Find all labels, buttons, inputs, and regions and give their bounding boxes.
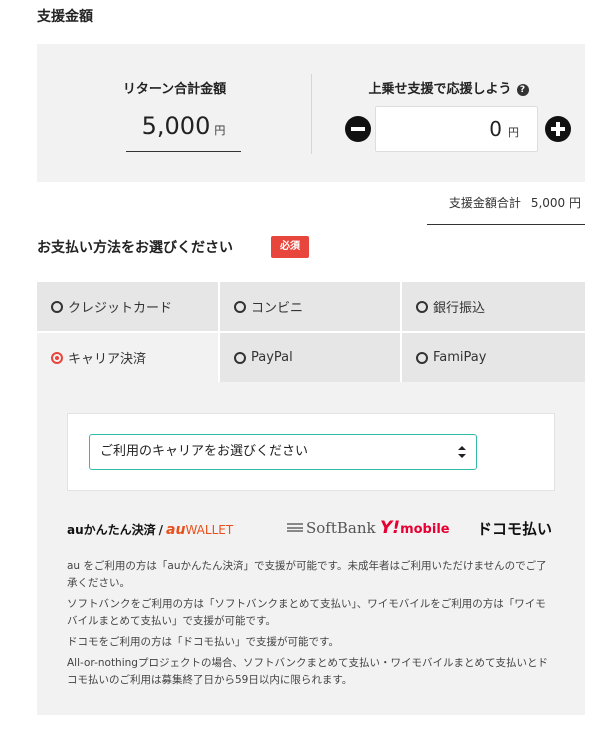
help-icon[interactable]: ? xyxy=(516,84,529,96)
carrier-select-value: ご利用のキャリアをお選びください xyxy=(100,444,309,459)
tab-label: FamiPay xyxy=(433,350,487,365)
radio-selected-icon xyxy=(51,351,63,364)
carrier-payment-panel: ご利用のキャリアをお選びください auかんたん決済 / auWALLET SoftB… xyxy=(37,382,585,715)
extra-support-column: 上乗せ支援で応援しよう? 0円 xyxy=(312,44,585,182)
docomo-logo: ドコモ払い xyxy=(477,518,553,538)
au-logo: auかんたん決済 / auWALLET xyxy=(67,521,233,539)
support-total-row: 支援金額合計 5,000 円 xyxy=(427,194,585,225)
radio-icon xyxy=(416,300,428,313)
ymobile-y-text: Y! xyxy=(380,518,401,538)
tab-label: キャリア決済 xyxy=(68,352,147,367)
au-wallet-text: WALLET xyxy=(185,523,234,537)
radio-icon xyxy=(234,351,246,364)
plus-button[interactable] xyxy=(545,116,571,142)
tab-convenience-store[interactable]: コンビニ xyxy=(220,282,400,331)
support-total-value: 5,000 円 xyxy=(530,196,581,210)
select-arrows-icon xyxy=(458,446,466,458)
note-docomo: ドコモをご利用の方は「ドコモ払い」で支援が可能です。 xyxy=(67,636,339,648)
payment-method-title: お支払い方法をお選びください xyxy=(37,240,233,256)
logo-slash: / xyxy=(158,523,164,537)
softbank-logo: SoftBank xyxy=(287,519,376,537)
return-total-value: 5,000 xyxy=(141,112,211,140)
carrier-notes: au をご利用の方は「auかんたん決済」で支援が可能です。未成年者はご利用いただ… xyxy=(67,558,555,693)
return-total-label: リターン合計金額 xyxy=(122,82,227,97)
note-au: au をご利用の方は「auかんたん決済」で支援が可能です。未成年者はご利用いただ… xyxy=(67,560,547,589)
extra-support-label: 上乗せ支援で応援しよう xyxy=(368,82,512,97)
radio-icon xyxy=(416,351,428,364)
amount-box: リターン合計金額 5,000 円 上乗せ支援で応援しよう? 0円 xyxy=(37,44,585,182)
carrier-select[interactable]: ご利用のキャリアをお選びください xyxy=(89,434,477,470)
return-total-unit: 円 xyxy=(214,124,226,137)
support-total-label: 支援金額合計 xyxy=(448,196,521,210)
return-total-amount: 5,000 円 xyxy=(126,112,241,152)
return-total-column: リターン合計金額 5,000 円 xyxy=(37,44,312,182)
required-badge: 必須 xyxy=(271,236,309,258)
tab-paypal[interactable]: PayPal xyxy=(220,333,400,382)
note-softbank: ソフトバンクをご利用の方は「ソフトバンクまとめて支払い」、ワイモバイルをご利用の… xyxy=(67,598,546,627)
tab-label: 銀行振込 xyxy=(433,301,486,316)
section-title-support-amount: 支援金額 xyxy=(37,9,93,25)
au-pay-text: auかんたん決済 xyxy=(67,523,156,537)
note-all-or-nothing: All-or-nothingプロジェクトの場合、ソフトバンクまとめて支払い・ワイ… xyxy=(67,657,548,686)
softbank-text: SoftBank xyxy=(306,519,376,537)
tab-label: コンビニ xyxy=(251,301,304,316)
tab-credit-card[interactable]: クレジットカード xyxy=(37,282,218,331)
radio-icon xyxy=(51,300,63,313)
radio-icon xyxy=(234,300,246,313)
carrier-select-card: ご利用のキャリアをお選びください xyxy=(67,413,555,491)
softbank-bars-icon xyxy=(287,523,303,532)
extra-support-input[interactable]: 0円 xyxy=(375,106,538,152)
au-brand-text: au xyxy=(166,522,186,538)
ymobile-logo: Y!mobile xyxy=(380,518,450,538)
ymobile-text: mobile xyxy=(400,522,450,537)
extra-support-value: 0 xyxy=(489,117,502,141)
extra-support-unit: 円 xyxy=(508,126,519,139)
tab-carrier-payment[interactable]: キャリア決済 xyxy=(37,333,218,382)
minus-button[interactable] xyxy=(345,116,371,142)
tab-label: クレジットカード xyxy=(68,301,173,316)
docomo-text: ドコモ払い xyxy=(477,520,553,538)
tab-famipay[interactable]: FamiPay xyxy=(402,333,585,382)
extra-support-label-row: 上乗せ支援で応援しよう? xyxy=(312,78,585,97)
tab-label: PayPal xyxy=(251,350,293,365)
tab-bank-transfer[interactable]: 銀行振込 xyxy=(402,282,585,331)
